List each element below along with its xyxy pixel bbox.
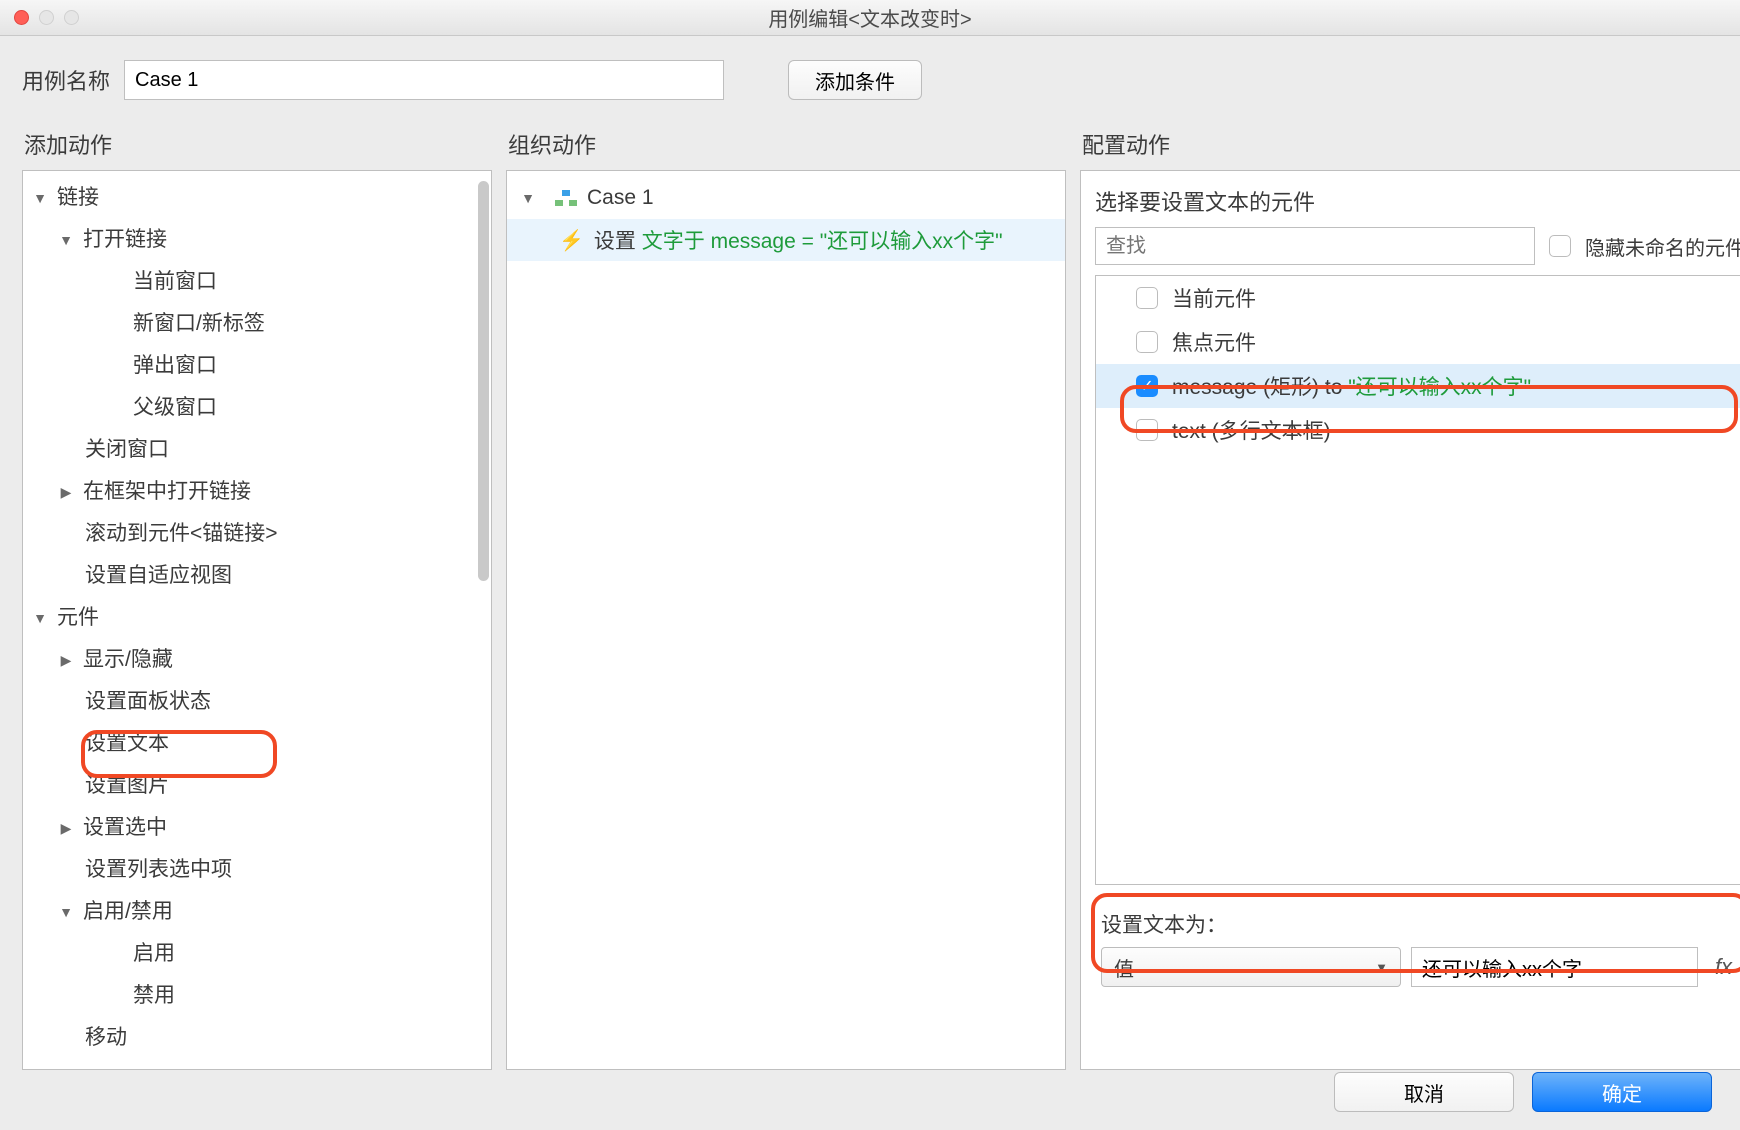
text-value-input[interactable] [1411, 947, 1698, 987]
tree-set-image[interactable]: 设置图片 [23, 765, 491, 807]
checkbox-checked[interactable]: ✓ [1136, 375, 1158, 397]
chevron-down-icon[interactable] [59, 219, 73, 261]
configure-section: 配置动作 选择要设置文本的元件 隐藏未命名的元件 当前元件 焦点元件 [1080, 110, 1740, 1070]
select-widget-label: 选择要设置文本的元件 [1095, 185, 1740, 217]
chevron-right-icon[interactable] [59, 471, 73, 513]
tree-set-adaptive[interactable]: 设置自适应视图 [23, 555, 491, 597]
tree-close-window[interactable]: 关闭窗口 [23, 429, 491, 471]
window-title: 用例编辑<文本改变时> [768, 3, 971, 32]
chevron-down-icon[interactable] [33, 597, 47, 639]
tree-disable[interactable]: 禁用 [23, 975, 491, 1017]
tree-new-window[interactable]: 新窗口/新标签 [23, 303, 491, 345]
tree-open-in-frame[interactable]: 在框架中打开链接 [23, 471, 491, 513]
tree-links[interactable]: 链接 [23, 177, 491, 219]
window-traffic-lights [14, 10, 79, 25]
dialog-footer: 取消 确定 [1334, 1072, 1712, 1112]
case-name-input[interactable] [124, 60, 724, 100]
scrollbar[interactable] [478, 181, 489, 581]
hide-unnamed-label: 隐藏未命名的元件 [1585, 232, 1740, 261]
chevron-down-icon[interactable] [59, 891, 73, 933]
widget-list[interactable]: 当前元件 焦点元件 ✓ message (矩形) to "还可以输入xx个字" … [1095, 275, 1740, 885]
set-text-to-label: 设置文本为： [1101, 909, 1739, 939]
list-item-text[interactable]: text (多行文本框) [1096, 408, 1740, 452]
case-node-label: Case 1 [587, 186, 654, 210]
tree-scroll-anchor[interactable]: 滚动到元件<锚链接> [23, 513, 491, 555]
tree-set-list-selected[interactable]: 设置列表选中项 [23, 849, 491, 891]
tree-widgets[interactable]: 元件 [23, 597, 491, 639]
maximize-icon [64, 10, 79, 25]
checkbox[interactable] [1136, 419, 1158, 441]
add-condition-button[interactable]: 添加条件 [788, 60, 922, 100]
value-type-select[interactable]: 值 ▼ [1101, 947, 1401, 987]
tree-enable[interactable]: 启用 [23, 933, 491, 975]
checkbox[interactable] [1136, 331, 1158, 353]
add-action-section: 添加动作 链接 打开链接 当前窗口 新窗口/新标签 弹出窗口 父级窗口 关闭窗口… [22, 110, 492, 1070]
configure-title: 配置动作 [1082, 128, 1740, 160]
tree-open-link[interactable]: 打开链接 [23, 219, 491, 261]
organize-title: 组织动作 [508, 128, 1066, 160]
action-node-label: 设置 文字于 message = "还可以输入xx个字" [594, 225, 1003, 255]
tree-parent[interactable]: 父级窗口 [23, 387, 491, 429]
case-node[interactable]: Case 1 [507, 177, 1065, 219]
action-tree-panel: 链接 打开链接 当前窗口 新窗口/新标签 弹出窗口 父级窗口 关闭窗口 在框架中… [22, 170, 492, 1070]
tree-current-window[interactable]: 当前窗口 [23, 261, 491, 303]
close-icon[interactable] [14, 10, 29, 25]
chevron-down-icon: ▼ [1375, 960, 1388, 975]
chevron-down-icon[interactable] [521, 190, 535, 206]
organize-section: 组织动作 Case 1 ⚡ 设置 文字于 message = "还可以输入xx个… [506, 110, 1066, 1070]
action-tree[interactable]: 链接 打开链接 当前窗口 新窗口/新标签 弹出窗口 父级窗口 关闭窗口 在框架中… [23, 171, 491, 1069]
chevron-right-icon[interactable] [59, 807, 73, 849]
checkbox[interactable] [1136, 287, 1158, 309]
fx-button[interactable]: fx [1708, 954, 1739, 980]
action-node[interactable]: ⚡ 设置 文字于 message = "还可以输入xx个字" [507, 219, 1065, 261]
chevron-right-icon[interactable] [59, 639, 73, 681]
search-input[interactable] [1095, 227, 1535, 265]
select-value: 值 [1114, 953, 1134, 982]
list-item-focus[interactable]: 焦点元件 [1096, 320, 1740, 364]
tree-set-selected[interactable]: 设置选中 [23, 807, 491, 849]
list-item-message[interactable]: ✓ message (矩形) to "还可以输入xx个字" [1096, 364, 1740, 408]
case-name-label: 用例名称 [22, 64, 110, 96]
tree-move[interactable]: 移动 [23, 1017, 491, 1059]
minimize-icon [39, 10, 54, 25]
chevron-down-icon[interactable] [33, 177, 47, 219]
list-item-label: message (矩形) to "还可以输入xx个字" [1172, 371, 1531, 401]
hide-unnamed-checkbox[interactable] [1549, 235, 1571, 257]
tree-enable-disable[interactable]: 启用/禁用 [23, 891, 491, 933]
cancel-button[interactable]: 取消 [1334, 1072, 1514, 1112]
tree-set-panel-state[interactable]: 设置面板状态 [23, 681, 491, 723]
tree-popup[interactable]: 弹出窗口 [23, 345, 491, 387]
organize-panel: Case 1 ⚡ 设置 文字于 message = "还可以输入xx个字" [506, 170, 1066, 1070]
header-row: 用例名称 添加条件 [0, 36, 1740, 110]
list-item-current[interactable]: 当前元件 [1096, 276, 1740, 320]
add-action-title: 添加动作 [24, 128, 492, 160]
flow-icon [555, 190, 577, 206]
tree-show-hide[interactable]: 显示/隐藏 [23, 639, 491, 681]
tree-set-text[interactable]: 设置文本 [23, 723, 491, 765]
bolt-icon: ⚡ [559, 228, 584, 253]
ok-button[interactable]: 确定 [1532, 1072, 1712, 1112]
titlebar: 用例编辑<文本改变时> [0, 0, 1740, 36]
configure-panel: 选择要设置文本的元件 隐藏未命名的元件 当前元件 焦点元件 [1080, 170, 1740, 1070]
